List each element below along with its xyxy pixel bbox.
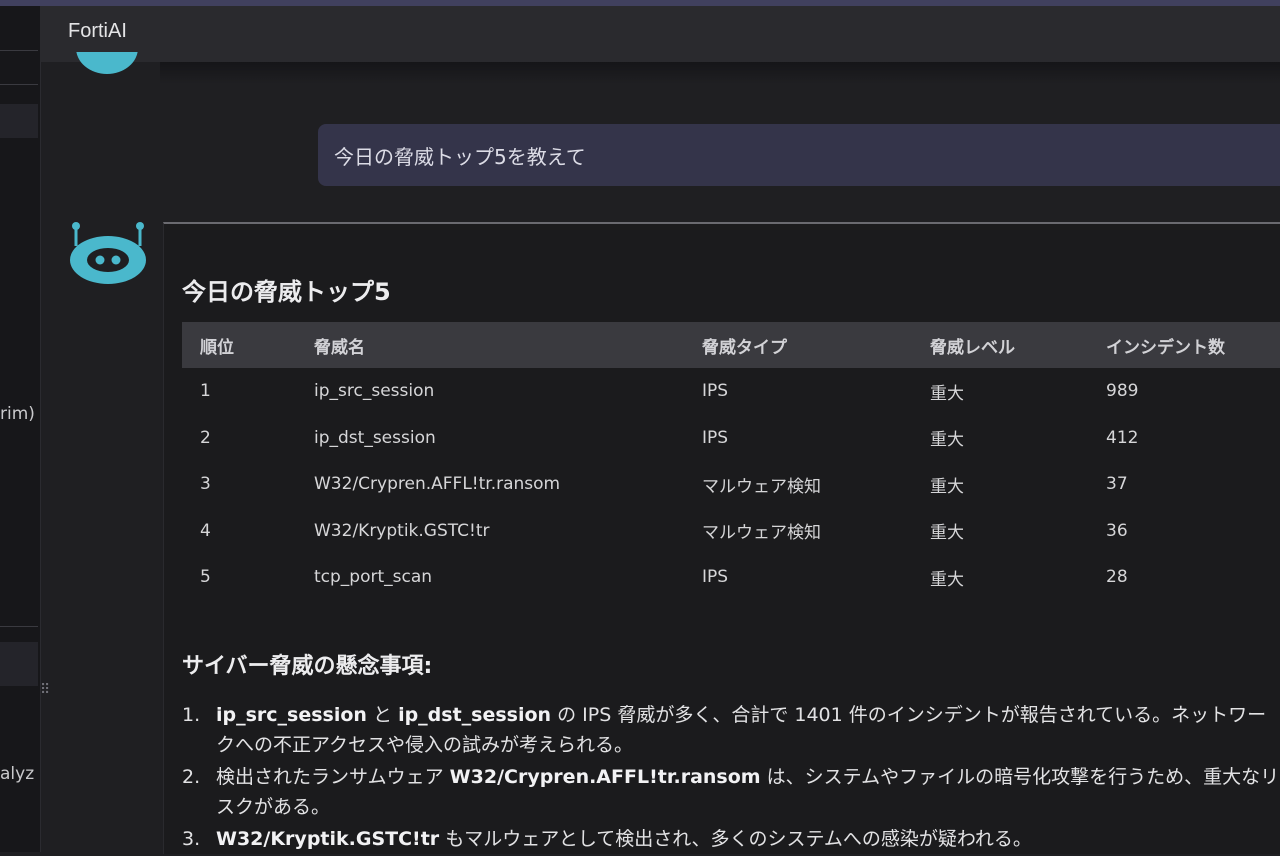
- cell-incident-count: 412: [1106, 427, 1139, 448]
- left-panel-item[interactable]: [0, 104, 38, 138]
- cell-incident-count: 36: [1106, 520, 1128, 541]
- app-header: FortiAI: [40, 6, 1280, 62]
- list-item-text: 検出されたランサムウェア: [216, 766, 450, 788]
- left-panel-divider: [0, 626, 38, 627]
- left-panel-item[interactable]: [0, 642, 38, 686]
- resize-handle-icon[interactable]: ⠿: [40, 682, 50, 698]
- column-header-rank: 順位: [182, 322, 314, 368]
- cell-threat-name: W32/Crypren.AFFL!tr.ransom: [314, 474, 561, 495]
- assistant-response-card: 今日の脅威トップ5 順位 脅威名 脅威タイプ 脅威レベル インシデント数 1 i…: [163, 222, 1280, 854]
- column-header-incident-count: インシデント数: [1106, 322, 1280, 368]
- concerns-title: サイバー脅威の懸念事項:: [182, 654, 433, 679]
- cell-threat-level: 重大: [930, 476, 964, 497]
- cell-incident-count: 28: [1106, 567, 1128, 588]
- cell-threat-type: IPS: [702, 427, 729, 448]
- list-item: 1. ip_src_session と ip_dst_session の IPS …: [182, 700, 1280, 760]
- threat-name-highlight: ip_dst_session: [398, 704, 552, 726]
- table-row: 5 tcp_port_scan IPS 重大 28: [182, 554, 1280, 601]
- column-header-threat-type: 脅威タイプ: [702, 322, 930, 368]
- list-item-number: 3.: [182, 828, 201, 850]
- cell-threat-name: tcp_port_scan: [314, 567, 433, 588]
- left-panel-label[interactable]: rim): [0, 404, 35, 424]
- robot-icon: [70, 222, 146, 284]
- cell-rank: 1: [200, 381, 211, 402]
- cell-threat-type: マルウェア検知: [702, 523, 821, 544]
- cell-rank: 2: [200, 427, 211, 448]
- user-message-bubble: 今日の脅威トップ5を教えて: [318, 124, 1280, 186]
- user-message-text: 今日の脅威トップ5を教えて: [334, 145, 586, 169]
- cell-threat-type: IPS: [702, 567, 729, 588]
- threat-name-highlight: ip_src_session: [216, 704, 367, 726]
- header-shadow: [160, 62, 1280, 84]
- threat-table: 順位 脅威名 脅威タイプ 脅威レベル インシデント数 1 ip_src_sess…: [182, 322, 1280, 601]
- table-row: 4 W32/Kryptik.GSTC!tr マルウェア検知 重大 36: [182, 508, 1280, 555]
- column-header-threat-level: 脅威レベル: [930, 322, 1106, 368]
- table-row: 1 ip_src_session IPS 重大 989: [182, 368, 1280, 415]
- list-item-number: 2.: [182, 766, 201, 788]
- response-title: 今日の脅威トップ5: [182, 278, 391, 306]
- cell-threat-level: 重大: [930, 569, 964, 590]
- cell-incident-count: 37: [1106, 474, 1128, 495]
- app-title: FortiAI: [68, 20, 127, 42]
- threat-name-highlight: W32/Crypren.AFFL!tr.ransom: [449, 766, 761, 788]
- left-panel-divider: [0, 84, 38, 85]
- cell-threat-type: マルウェア検知: [702, 476, 821, 497]
- cell-incident-count: 989: [1106, 381, 1139, 402]
- left-panel-label[interactable]: alyz: [0, 764, 34, 784]
- cell-threat-type: IPS: [702, 381, 729, 402]
- list-item: 3. W32/Kryptik.GSTC!tr もマルウェアとして検出され、多くのシ…: [182, 824, 1280, 854]
- list-item-text: もマルウェアとして検出され、多くのシステムへの感染が疑われる。: [439, 828, 1032, 850]
- table-header-row: 順位 脅威名 脅威タイプ 脅威レベル インシデント数: [182, 322, 1280, 368]
- cell-threat-level: 重大: [930, 430, 964, 451]
- cell-rank: 4: [200, 520, 211, 541]
- column-header-threat-name: 脅威名: [314, 322, 702, 368]
- left-panel: rim) alyz: [0, 6, 41, 852]
- cell-threat-level: 重大: [930, 383, 964, 404]
- list-item-number: 1.: [182, 704, 201, 726]
- cell-rank: 3: [200, 474, 211, 495]
- cell-threat-name: ip_src_session: [314, 381, 435, 402]
- list-item-text: と: [366, 704, 399, 726]
- left-panel-divider: [0, 50, 38, 51]
- table-row: 2 ip_dst_session IPS 重大 412: [182, 415, 1280, 462]
- concerns-list: 1. ip_src_session と ip_dst_session の IPS …: [182, 700, 1280, 856]
- cell-threat-name: ip_dst_session: [314, 427, 436, 448]
- threat-name-highlight: W32/Kryptik.GSTC!tr: [216, 828, 440, 850]
- list-item: 2. 検出されたランサムウェア W32/Crypren.AFFL!tr.ranso…: [182, 762, 1280, 822]
- cell-rank: 5: [200, 567, 211, 588]
- cell-threat-name: W32/Kryptik.GSTC!tr: [314, 520, 490, 541]
- table-row: 3 W32/Crypren.AFFL!tr.ransom マルウェア検知 重大 …: [182, 461, 1280, 508]
- bot-avatar-partial-icon: [76, 52, 138, 78]
- cell-threat-level: 重大: [930, 523, 964, 544]
